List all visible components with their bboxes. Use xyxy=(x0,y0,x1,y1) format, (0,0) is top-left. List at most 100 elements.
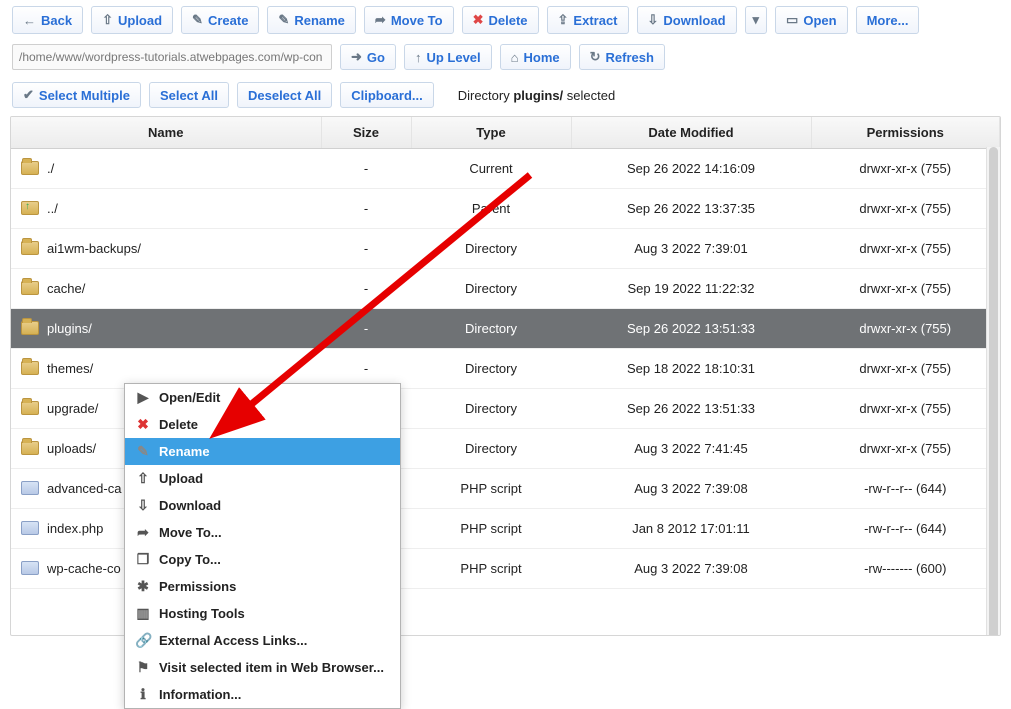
copyto-icon: ❐ xyxy=(135,551,151,568)
table-row[interactable]: ./-CurrentSep 26 2022 14:16:09drwxr-xr-x… xyxy=(11,149,1000,189)
select-all-button[interactable]: Select All xyxy=(149,82,229,108)
back-label: Back xyxy=(41,13,72,28)
file-name: upgrade/ xyxy=(47,401,98,416)
header-type[interactable]: Type xyxy=(411,117,571,149)
uplevel-label: Up Level xyxy=(426,50,480,65)
context-menu-rename[interactable]: ✎Rename xyxy=(125,438,400,465)
context-menu-label: Permissions xyxy=(159,579,236,594)
cell-permissions: -rw-r--r-- (644) xyxy=(811,509,1000,549)
cell-permissions: drwxr-xr-x (755) xyxy=(811,349,1000,389)
go-label: Go xyxy=(367,50,385,65)
context-menu-download[interactable]: ⇩ Download xyxy=(125,492,400,519)
context-menu-moveto[interactable]: ➦Move To... xyxy=(125,519,400,546)
cell-size: - xyxy=(321,269,411,309)
cell-name[interactable]: ai1wm-backups/ xyxy=(11,229,321,269)
main-toolbar: ←Back ⇧ Upload ✎Create ✎Rename ➦Move To ✖… xyxy=(0,0,1011,40)
header-permissions[interactable]: Permissions xyxy=(811,117,1000,149)
open-button[interactable]: ▭Open xyxy=(775,6,848,34)
go-button[interactable]: ➜ Go xyxy=(340,44,396,70)
context-menu-hosting-tools[interactable]: ▥ Hosting Tools xyxy=(125,600,400,627)
context-menu-upload[interactable]: ⇧Upload xyxy=(125,465,400,492)
cell-type: Directory xyxy=(411,269,571,309)
delete-icon: ✖ xyxy=(473,12,484,28)
cell-name[interactable]: cache/ xyxy=(11,269,321,309)
hosting-tools-icon: ▥ xyxy=(135,605,151,622)
table-scrollbar[interactable] xyxy=(986,147,1000,635)
selection-status: Directory plugins/ selected xyxy=(458,88,616,103)
rename-button[interactable]: ✎Rename xyxy=(267,6,355,34)
download-icon: ⇩ xyxy=(135,497,151,514)
folder-icon xyxy=(21,361,39,375)
cell-permissions: -rw------- (600) xyxy=(811,549,1000,589)
upload-icon: ⇧ xyxy=(102,12,113,28)
status-bold: plugins/ xyxy=(513,88,563,103)
more-label: More... xyxy=(867,13,909,28)
cell-name[interactable]: ../ xyxy=(11,189,321,229)
download-dropdown-button[interactable]: ▾ xyxy=(745,6,768,34)
home-label: Home xyxy=(524,50,560,65)
delete-icon: ✖ xyxy=(135,416,151,433)
header-name[interactable]: Name xyxy=(11,117,321,149)
path-input[interactable] xyxy=(12,44,332,70)
chevron-down-icon: ▾ xyxy=(753,12,760,28)
delete-button[interactable]: ✖ Delete xyxy=(462,6,539,34)
download-button[interactable]: ⇩Download xyxy=(637,6,737,34)
cell-name[interactable]: plugins/ xyxy=(11,309,321,349)
cell-date: Sep 19 2022 11:22:32 xyxy=(571,269,811,309)
cell-permissions: drwxr-xr-x (755) xyxy=(811,309,1000,349)
deselect-all-button[interactable]: Deselect All xyxy=(237,82,332,108)
more-button[interactable]: More... xyxy=(856,6,920,34)
clipboard-label: Clipboard... xyxy=(351,88,423,103)
refresh-button[interactable]: ↻Refresh xyxy=(579,44,665,70)
cell-date: Sep 26 2022 14:16:09 xyxy=(571,149,811,189)
file-name: advanced-ca xyxy=(47,481,121,496)
extract-button[interactable]: ⇪Extract xyxy=(547,6,629,34)
context-menu-label: Hosting Tools xyxy=(159,606,245,621)
context-menu-copyto[interactable]: ❐Copy To... xyxy=(125,546,400,573)
up-level-button[interactable]: ↑Up Level xyxy=(404,44,492,70)
scrollbar-thumb[interactable] xyxy=(989,147,998,636)
home-button[interactable]: ⌂Home xyxy=(500,44,571,70)
table-row[interactable]: ../-ParentSep 26 2022 13:37:35drwxr-xr-x… xyxy=(11,189,1000,229)
open-label: Open xyxy=(803,13,836,28)
deselectall-label: Deselect All xyxy=(248,88,321,103)
cell-type: Current xyxy=(411,149,571,189)
context-menu-label: Move To... xyxy=(159,525,222,540)
context-menu: ▶ Open/Edit ✖ Delete ✎Rename⇧Upload ⇩ Download… xyxy=(124,383,401,709)
move-to-button[interactable]: ➦Move To xyxy=(364,6,454,34)
context-menu-visit-browser[interactable]: ⚑Visit selected item in Web Browser... xyxy=(125,654,400,681)
back-button[interactable]: ←Back xyxy=(12,6,83,34)
moveto-label: Move To xyxy=(391,13,443,28)
refresh-label: Refresh xyxy=(606,50,654,65)
table-row[interactable]: plugins/-DirectorySep 26 2022 13:51:33dr… xyxy=(11,309,1000,349)
visit-browser-icon: ⚑ xyxy=(135,659,151,676)
clipboard-button[interactable]: Clipboard... xyxy=(340,82,434,108)
go-icon: ➜ xyxy=(351,49,362,65)
file-name: plugins/ xyxy=(47,321,92,336)
folder-icon xyxy=(21,321,39,335)
header-date[interactable]: Date Modified xyxy=(571,117,811,149)
upload-label: Upload xyxy=(118,13,162,28)
table-row[interactable]: ai1wm-backups/-DirectoryAug 3 2022 7:39:… xyxy=(11,229,1000,269)
php-file-icon xyxy=(21,481,39,495)
cell-name[interactable]: ./ xyxy=(11,149,321,189)
table-row[interactable]: cache/-DirectorySep 19 2022 11:22:32drwx… xyxy=(11,269,1000,309)
upload-button[interactable]: ⇧ Upload xyxy=(91,6,173,34)
select-multiple-button[interactable]: ✔Select Multiple xyxy=(12,82,141,108)
create-button[interactable]: ✎Create xyxy=(181,6,259,34)
context-menu-permissions[interactable]: ✱Permissions xyxy=(125,573,400,600)
context-menu-label: Delete xyxy=(159,417,198,432)
folder-icon xyxy=(21,161,39,175)
cell-date: Aug 3 2022 7:39:08 xyxy=(571,469,811,509)
open-edit-icon: ▶ xyxy=(135,389,151,406)
context-menu-external-links[interactable]: 🔗External Access Links... xyxy=(125,627,400,654)
download-icon: ⇩ xyxy=(648,12,659,28)
delete-label: Delete xyxy=(488,13,527,28)
status-prefix: Directory xyxy=(458,88,514,103)
header-size[interactable]: Size xyxy=(321,117,411,149)
context-menu-open-edit[interactable]: ▶ Open/Edit xyxy=(125,384,400,411)
context-menu-delete[interactable]: ✖ Delete xyxy=(125,411,400,438)
context-menu-label: Download xyxy=(159,498,221,513)
context-menu-label: Open/Edit xyxy=(159,390,220,405)
cell-date: Sep 18 2022 18:10:31 xyxy=(571,349,811,389)
